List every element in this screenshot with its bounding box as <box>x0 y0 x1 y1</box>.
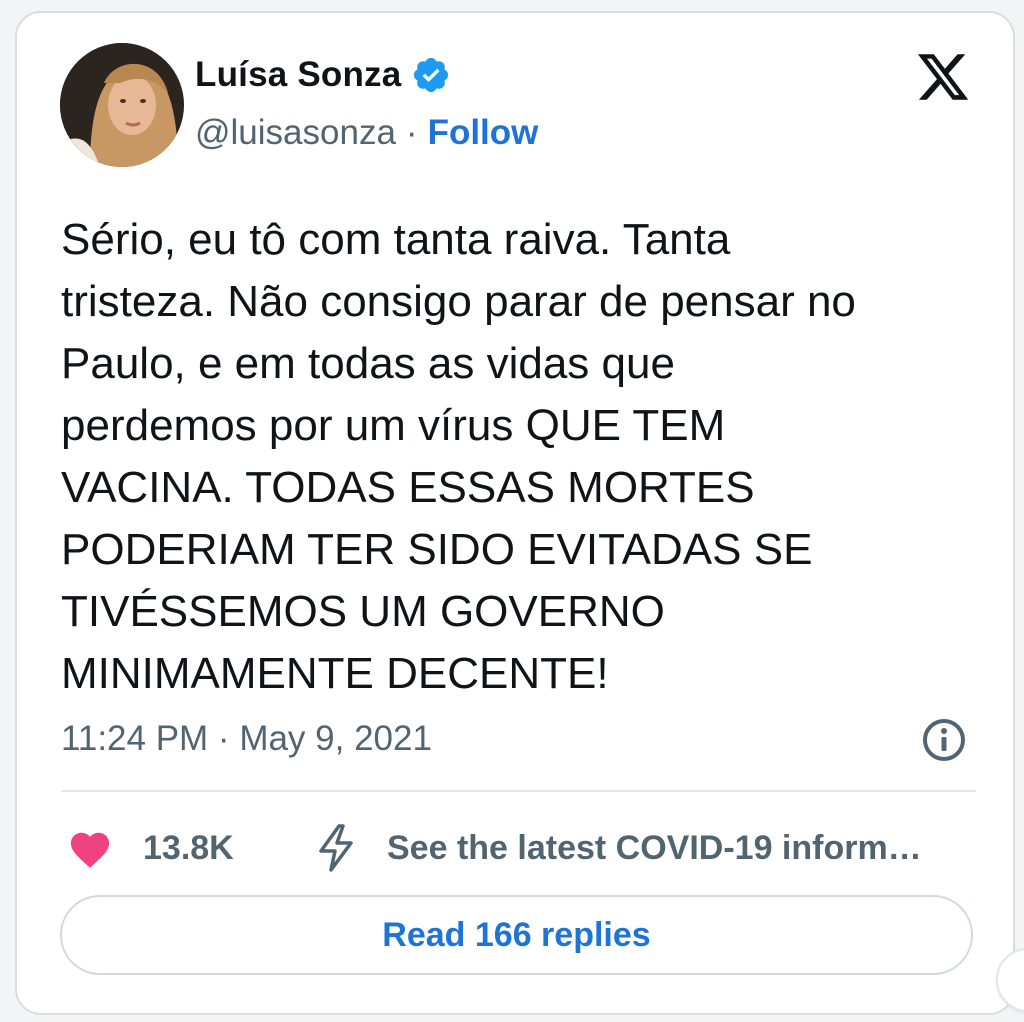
lightning-icon[interactable] <box>313 823 359 873</box>
covid-info-link[interactable]: See the latest COVID-19 inform… <box>387 829 922 868</box>
tweet-timestamp[interactable]: 11:24 PM · May 9, 2021 <box>61 719 432 759</box>
x-logo-icon[interactable] <box>914 49 972 105</box>
author-name-row: Luísa Sonza <box>195 55 451 95</box>
author-handle-row: @luisasonza · Follow <box>195 113 538 153</box>
avatar[interactable] <box>60 43 184 167</box>
follow-button[interactable]: Follow <box>428 113 539 153</box>
author-handle[interactable]: @luisasonza <box>195 113 396 153</box>
info-icon[interactable] <box>920 716 968 764</box>
read-replies-button[interactable]: Read 166 replies <box>60 895 973 975</box>
tweet-embed-card: Luísa Sonza @luisasonza · Follow Sério, … <box>15 11 1015 1015</box>
tweet-text: Sério, eu tô com tanta raiva. Tanta tris… <box>61 215 856 698</box>
author-display-name[interactable]: Luísa Sonza <box>195 55 401 95</box>
like-count[interactable]: 13.8K <box>143 829 234 868</box>
heart-icon[interactable] <box>67 827 113 869</box>
handle-separator: · <box>405 113 418 152</box>
divider <box>61 790 976 792</box>
verified-badge-icon <box>411 55 451 95</box>
avatar-portrait <box>60 43 184 167</box>
tweet-actions: 13.8K See the latest COVID-19 inform… <box>67 823 987 883</box>
